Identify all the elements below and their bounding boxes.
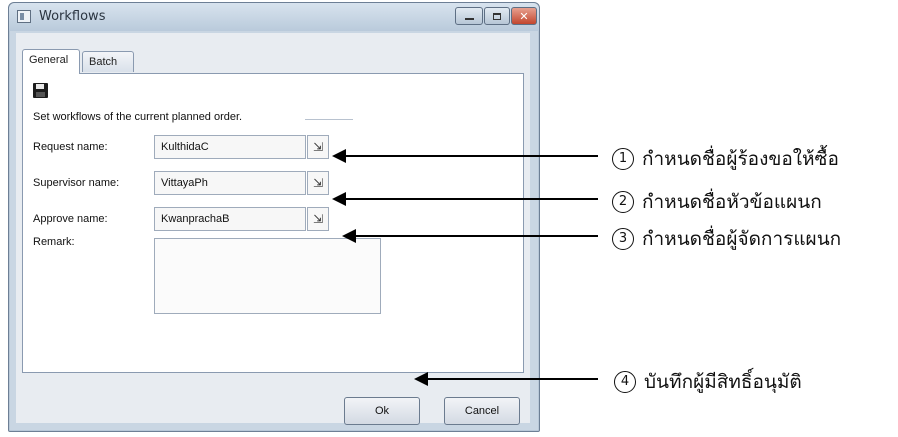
app-icon (17, 10, 31, 23)
supervisor-name-field[interactable]: VittayaPh (154, 171, 306, 195)
annotation-number: 3 (612, 228, 634, 250)
window-title: Workflows (39, 9, 106, 24)
maximize-button[interactable] (484, 7, 510, 25)
annotation-number: 2 (612, 191, 634, 213)
annotation-text: กำหนดชื่อผู้จัดการแผนก (642, 228, 842, 250)
ok-button[interactable]: Ok (344, 397, 420, 425)
annotation-4: 4 บันทึกผู้มีสิทธิ์อนุมัติ (614, 367, 802, 397)
workflows-window: Workflows ✕ General Batch Set workflows … (8, 2, 540, 432)
annotation-arrow-4 (414, 372, 598, 386)
title-bar: Workflows ✕ (9, 3, 539, 31)
request-name-label: Request name: (33, 141, 108, 153)
remark-label: Remark: (33, 236, 75, 248)
annotation-text: กำหนดชื่อผู้ร้องขอให้ซื้อ (642, 148, 839, 170)
annotation-arrow-2 (332, 192, 598, 206)
annotation-arrow-1 (332, 149, 598, 163)
general-panel: Set workflows of the current planned ord… (22, 73, 524, 373)
approve-name-label: Approve name: (33, 213, 108, 225)
request-name-lookup-button[interactable]: ⇲ (307, 135, 329, 159)
close-button[interactable]: ✕ (511, 7, 537, 25)
supervisor-name-lookup-button[interactable]: ⇲ (307, 171, 329, 195)
lookup-icon: ⇲ (312, 176, 324, 190)
maximize-icon (493, 12, 501, 20)
remark-textarea[interactable] (154, 238, 381, 314)
request-name-field[interactable]: KulthidaC (154, 135, 306, 159)
annotation-number: 1 (612, 148, 634, 170)
annotation-1: 1 กำหนดชื่อผู้ร้องขอให้ซื้อ (612, 144, 839, 174)
approve-name-lookup-button[interactable]: ⇲ (307, 207, 329, 231)
dialog-body: General Batch Set workflows of the curre… (16, 33, 530, 425)
save-icon[interactable] (33, 83, 48, 98)
annotation-2: 2 กำหนดชื่อหัวข้อแผนก (612, 187, 822, 217)
annotation-arrow-3 (342, 229, 598, 243)
annotation-number: 4 (614, 371, 636, 393)
tab-batch[interactable]: Batch (82, 51, 134, 72)
annotation-text: บันทึกผู้มีสิทธิ์อนุมัติ (644, 371, 802, 393)
minimize-icon (464, 18, 474, 20)
lookup-icon: ⇲ (312, 140, 324, 154)
lookup-icon: ⇲ (312, 212, 324, 226)
annotation-text: กำหนดชื่อหัวข้อแผนก (642, 191, 822, 213)
tab-general[interactable]: General (22, 49, 80, 74)
cancel-button[interactable]: Cancel (444, 397, 520, 425)
approve-name-field[interactable]: KwanprachaB (154, 207, 306, 231)
minimize-button[interactable] (455, 7, 483, 25)
description-text: Set workflows of the current planned ord… (33, 111, 243, 123)
description-divider (305, 119, 353, 120)
supervisor-name-label: Supervisor name: (33, 177, 120, 189)
annotation-3: 3 กำหนดชื่อผู้จัดการแผนก (612, 224, 841, 254)
close-icon: ✕ (519, 9, 529, 23)
